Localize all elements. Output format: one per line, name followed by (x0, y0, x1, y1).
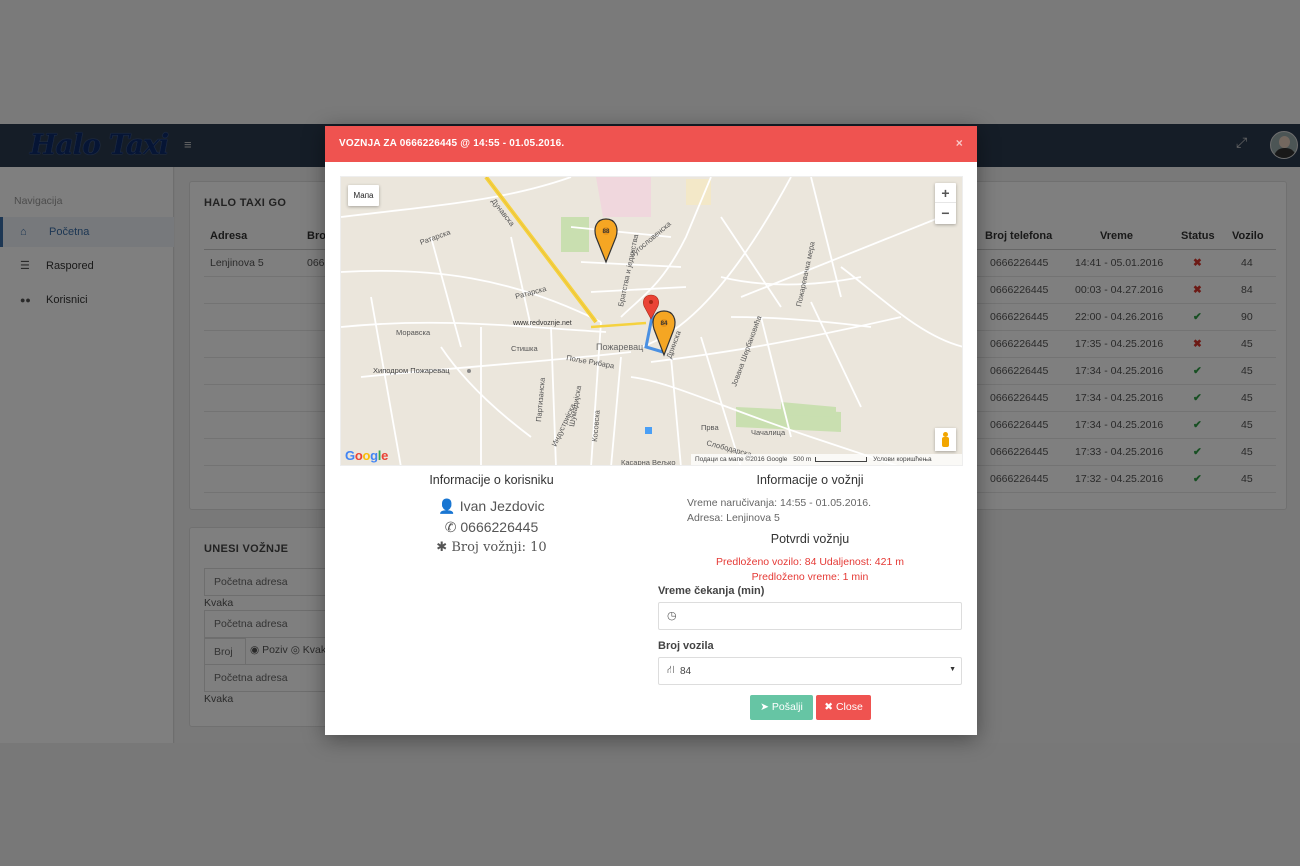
close-x-icon: ✖ (824, 701, 834, 713)
user-rides-line: ✱ Broj vožnji: 10 (340, 540, 643, 555)
user-info-title: Informacije o korisniku (429, 473, 554, 487)
zoom-out-button[interactable]: − (935, 203, 956, 223)
wait-time-label: Vreme čekanja (min) (658, 585, 765, 597)
svg-text:www.redvoznje.net: www.redvoznje.net (512, 320, 572, 327)
user-phone-line: ✆ 0666226445 (340, 519, 643, 536)
map-terms-link[interactable]: Услови коришћења (873, 456, 931, 463)
ride-order-time: Vreme naručivanja: 14:55 - 01.05.2016. (687, 497, 872, 509)
svg-text:Касарна Вељко: Касарна Вељко (621, 458, 676, 466)
suggested-vehicle: Predloženo vozilo: 84 Udaljenost: 421 m (716, 556, 904, 568)
vehicle-select-value: 84 (680, 666, 692, 677)
ride-address: Adresa: Lenjinova 5 (687, 512, 780, 524)
scale-bar (815, 456, 868, 462)
pegman-icon[interactable] (935, 428, 956, 451)
google-logo: Google (345, 448, 389, 463)
vehicle-label: Broj vozila (658, 640, 714, 652)
pin-84-label: 84 (661, 321, 668, 327)
user-name-line: 👤 Ivan Jezdovic (340, 498, 643, 515)
send-button[interactable]: ➤ Pošalji (750, 695, 813, 720)
close-button-label: Close (835, 701, 863, 713)
road-icon: ⛙ (667, 664, 675, 676)
ride-info-title: Informacije o vožnji (756, 473, 864, 487)
user-name: Ivan Jezdovic (459, 498, 545, 514)
clock-icon: ◷ (667, 610, 677, 622)
modal-title: VOZNJA ZA 0666226445 @ 14:55 - 01.05.201… (339, 138, 565, 149)
svg-text:Хиподром Пожаревац: Хиподром Пожаревац (373, 366, 450, 375)
confirm-title: Potvrdi vožnju (770, 532, 850, 546)
modal-header: VOZNJA ZA 0666226445 @ 14:55 - 01.05.201… (325, 126, 977, 162)
user-icon: 👤 (438, 498, 456, 514)
map-scale-text: 500 m (793, 456, 812, 463)
paper-plane-icon: ➤ (760, 701, 769, 713)
close-button[interactable]: ✖ Close (816, 695, 871, 720)
chevron-down-icon: ▼ (949, 666, 956, 673)
svg-text:Прва: Прва (701, 423, 719, 432)
ride-modal: VOZNJA ZA 0666226445 @ 14:55 - 01.05.201… (325, 126, 977, 735)
asterisk-icon: ✱ (436, 540, 448, 555)
map-type-button[interactable]: Мапа (348, 185, 379, 206)
zoom-controls: + − (935, 183, 956, 224)
map-attribution-text: Подаци са мапе ©2016 Google (695, 456, 788, 463)
zoom-in-button[interactable]: + (935, 183, 956, 203)
svg-text:Пожаревац: Пожаревац (596, 342, 643, 352)
user-phone: 0666226445 (460, 519, 539, 535)
suggested-time: Predloženo vreme: 1 min (751, 571, 869, 583)
close-icon[interactable]: × (956, 137, 963, 149)
send-button-label: Pošalji (771, 701, 803, 713)
phone-icon: ✆ (444, 519, 457, 535)
svg-text:Чачалица: Чачалица (751, 428, 786, 437)
map-canvas: Дунавска Ратарска Моравска Стишка www.re… (341, 177, 962, 466)
user-rides-count: Broj vožnji: 10 (451, 540, 547, 555)
ride-map[interactable]: Дунавска Ратарска Моравска Стишка www.re… (340, 176, 963, 466)
pin-88-label: 88 (603, 229, 610, 235)
map-attribution: Подаци са мапе ©2016 Google 500 m Услови… (691, 454, 962, 465)
svg-text:Стишка: Стишка (511, 344, 539, 353)
vehicle-select[interactable]: ⛙ 84 ▼ (658, 657, 962, 685)
svg-text:Моравска: Моравска (396, 328, 431, 337)
wait-time-input[interactable]: ◷ (658, 602, 962, 630)
